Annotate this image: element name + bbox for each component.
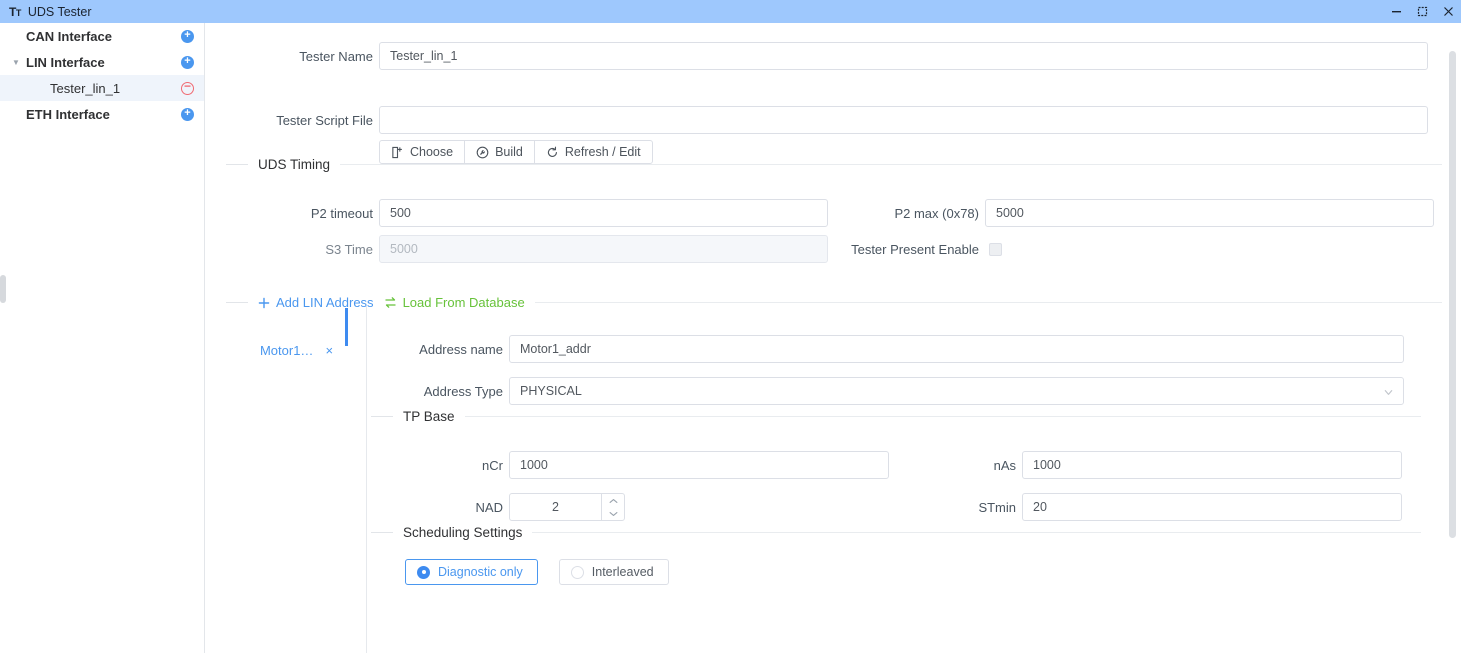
sidebar-item-lin-interface[interactable]: ▼ LIN Interface +: [0, 49, 204, 75]
sidebar-item-label: ETH Interface: [26, 106, 110, 122]
s3-time-label: S3 Time: [325, 241, 373, 257]
tester-present-enable-row: Tester Present Enable: [842, 235, 1002, 263]
nas-row: nAs 1000: [896, 451, 1402, 479]
stmin-row: STmin 20: [896, 493, 1402, 521]
tester-name-input[interactable]: Tester_lin_1: [379, 42, 1428, 70]
uds-timing-title: UDS Timing: [258, 157, 331, 172]
radio-icon: [570, 565, 584, 579]
scheduling-option-interleaved[interactable]: Interleaved: [558, 559, 669, 585]
p2-max-label: P2 max (0x78): [894, 205, 979, 221]
left-scrollbar-thumb[interactable]: [0, 275, 6, 303]
add-lin-interface-icon[interactable]: +: [181, 55, 194, 69]
stepper-down-icon[interactable]: [602, 507, 624, 520]
vertical-scrollbar-thumb[interactable]: [1449, 51, 1456, 538]
tester-script-file-label: Tester Script File: [276, 112, 373, 128]
stmin-label: STmin: [978, 499, 1016, 515]
ncr-label: nCr: [482, 457, 503, 473]
section-dash-left: [371, 532, 393, 533]
nas-label: nAs: [993, 457, 1016, 473]
add-eth-interface-icon[interactable]: +: [181, 107, 194, 121]
tester-script-file-input[interactable]: [379, 106, 1428, 134]
section-dash-right: [532, 532, 1421, 533]
scheduling-options: Diagnostic only Interleaved: [405, 559, 669, 585]
nad-value[interactable]: 2: [510, 494, 601, 520]
section-dash-right: [464, 416, 1421, 417]
radio-icon: [417, 565, 430, 579]
section-dash-left: [226, 164, 248, 165]
scheduling-option-label: Diagnostic only: [438, 565, 523, 579]
scheduling-option-label: Interleaved: [591, 565, 654, 579]
section-dash-left: [371, 416, 393, 417]
s3-time-input: 5000: [379, 235, 828, 263]
minimize-icon[interactable]: [1383, 0, 1409, 23]
window-title: UDS Tester: [27, 4, 92, 19]
tester-present-enable-label: Tester Present Enable: [851, 241, 979, 257]
stmin-input[interactable]: 20: [1022, 493, 1402, 521]
nad-stepper[interactable]: 2: [509, 493, 625, 521]
tester-script-file-row: Tester Script File: [206, 106, 1438, 134]
address-type-row: Address Type PHYSICAL: [366, 377, 1404, 405]
ncr-input[interactable]: 1000: [509, 451, 889, 479]
load-from-database-label: Load From Database: [402, 295, 525, 310]
address-type-value: PHYSICAL: [520, 384, 582, 398]
address-name-input[interactable]: Motor1_addr: [509, 335, 1404, 363]
address-name-label: Address name: [419, 341, 503, 357]
swap-icon: [384, 296, 397, 309]
nad-stepper-buttons: [601, 494, 624, 520]
s3-time-row: S3 Time 5000: [206, 235, 828, 263]
scheduling-settings-section-header: Scheduling Settings: [371, 525, 1421, 540]
tester-name-row: Tester Name Tester_lin_1: [206, 42, 1438, 70]
address-name-row: Address name Motor1_addr: [366, 335, 1404, 363]
text-format-icon: TT: [9, 4, 21, 19]
maximize-icon[interactable]: [1409, 0, 1435, 23]
close-icon[interactable]: ×: [325, 344, 333, 357]
address-actions-row: Add LIN Address Load From Database: [226, 295, 1442, 310]
sidebar-item-label: CAN Interface: [26, 28, 112, 44]
nad-row: NAD 2: [366, 493, 625, 521]
nad-label: NAD: [475, 499, 503, 515]
p2-timeout-label: P2 timeout: [310, 205, 373, 221]
sidebar-item-label: Tester_lin_1: [50, 80, 121, 96]
active-tab-indicator: [345, 308, 348, 346]
sidebar-item-can-interface[interactable]: CAN Interface +: [0, 23, 204, 49]
scheduling-settings-title: Scheduling Settings: [403, 525, 523, 540]
load-from-database-button[interactable]: Load From Database: [384, 295, 525, 310]
tester-config-panel: Tester Name Tester_lin_1 Tester Script F…: [206, 23, 1461, 653]
p2-max-row: P2 max (0x78) 5000: [842, 199, 1434, 227]
address-type-select[interactable]: PHYSICAL: [509, 377, 1404, 405]
address-type-label: Address Type: [423, 383, 503, 399]
scheduling-option-diagnostic-only[interactable]: Diagnostic only: [405, 559, 538, 585]
tester-name-label: Tester Name: [299, 48, 373, 64]
uds-timing-section-header: UDS Timing: [226, 157, 1442, 172]
nas-input[interactable]: 1000: [1022, 451, 1402, 479]
remove-tester-icon[interactable]: −: [181, 80, 194, 95]
sidebar-item-eth-interface[interactable]: ETH Interface +: [0, 101, 204, 127]
address-tab-label: Motor1…: [259, 342, 314, 358]
sidebar-item-label: LIN Interface: [26, 54, 105, 70]
add-can-interface-icon[interactable]: +: [181, 29, 194, 43]
close-icon[interactable]: [1435, 0, 1461, 23]
p2-max-input[interactable]: 5000: [985, 199, 1434, 227]
chevron-down-icon[interactable]: [1383, 378, 1394, 404]
chevron-down-icon[interactable]: ▼: [12, 49, 20, 75]
section-dash-right: [340, 164, 1442, 165]
stepper-up-icon[interactable]: [602, 494, 624, 507]
sidebar-item-tester-lin-1[interactable]: Tester_lin_1 −: [0, 75, 204, 101]
section-dash-left: [226, 302, 248, 303]
section-dash-right: [534, 302, 1442, 303]
tester-present-enable-checkbox[interactable]: [989, 242, 1002, 256]
ncr-row: nCr 1000: [366, 451, 889, 479]
tp-base-title: TP Base: [403, 409, 455, 424]
window-titlebar: TT UDS Tester: [0, 0, 1461, 23]
interface-tree-sidebar[interactable]: CAN Interface + ▼ LIN Interface + Tester…: [0, 23, 205, 653]
address-tab-list: Motor1… ×: [226, 306, 367, 653]
p2-timeout-row: P2 timeout 500: [206, 199, 828, 227]
p2-timeout-input[interactable]: 500: [379, 199, 828, 227]
tp-base-section-header: TP Base: [371, 409, 1421, 424]
